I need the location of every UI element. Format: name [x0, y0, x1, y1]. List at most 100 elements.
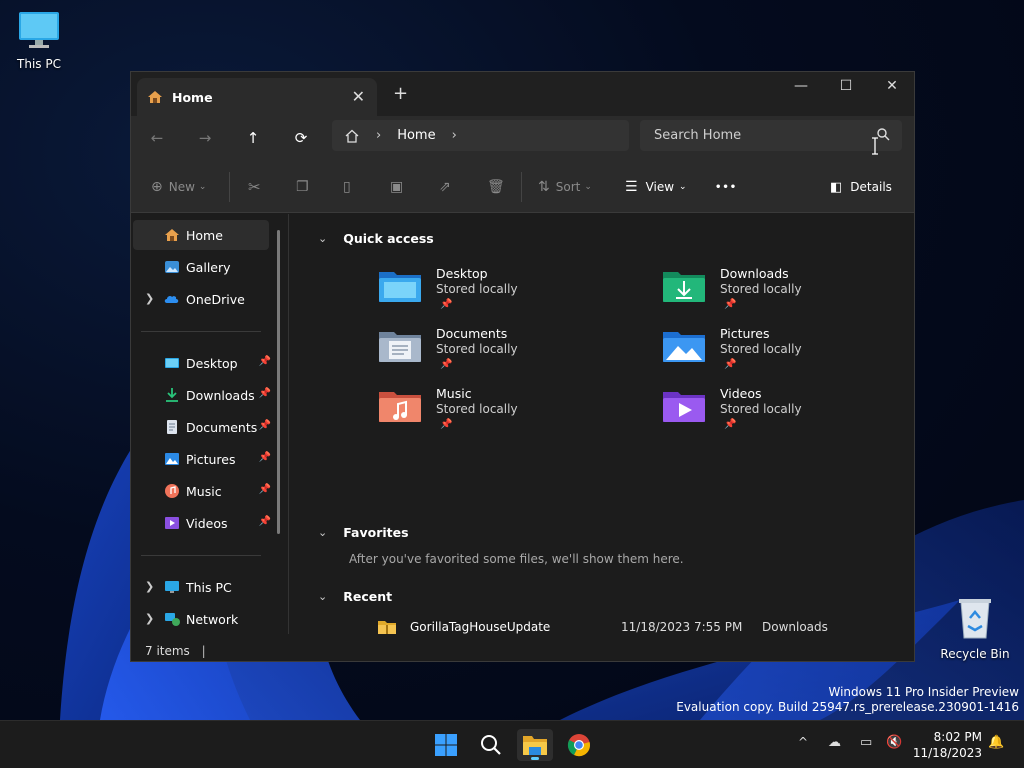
navigation-bar: ← → ↑ ⟳ › Home › Search Home — [131, 116, 914, 160]
music-icon — [165, 484, 179, 498]
favorites-empty-message: After you've favorited some files, we'll… — [349, 552, 684, 566]
quick-access-pictures[interactable]: Pictures Stored locally 📌 — [662, 326, 882, 382]
maximize-button[interactable]: ☐ — [823, 72, 869, 102]
quick-access-videos[interactable]: Videos Stored locally 📌 — [662, 386, 882, 442]
item-name: Downloads — [720, 266, 789, 281]
quick-access-downloads[interactable]: Downloads Stored locally 📌 — [662, 266, 882, 322]
section-title: Favorites — [343, 525, 409, 540]
active-indicator — [531, 757, 539, 760]
volume-muted-icon[interactable]: 🔇 — [886, 735, 902, 750]
downloads-folder-icon — [663, 272, 705, 302]
tab-home[interactable]: Home ✕ — [137, 78, 377, 116]
sidebar-item-pictures[interactable]: Pictures 📌 — [133, 444, 271, 474]
start-button[interactable] — [428, 729, 464, 761]
sidebar-scrollbar[interactable] — [277, 230, 280, 534]
back-arrow-icon[interactable]: ← — [145, 126, 169, 150]
sidebar-item-music[interactable]: Music 📌 — [133, 476, 271, 506]
video-icon — [165, 517, 179, 529]
new-tab-button[interactable]: + — [393, 83, 408, 104]
search-button[interactable] — [473, 729, 509, 761]
sort-label: Sort — [555, 180, 581, 194]
cloud-offline-icon[interactable]: ☁ — [828, 735, 841, 750]
breadcrumb-home[interactable]: Home — [397, 128, 435, 143]
recent-file-location: Downloads — [762, 620, 828, 634]
sidebar-item-this-pc[interactable]: ❯ This PC — [133, 572, 269, 602]
sidebar-item-desktop[interactable]: Desktop 📌 — [133, 348, 271, 378]
navigation-pane: Home Gallery ❯ OneDrive Desktop 📌 Downlo… — [131, 214, 289, 634]
delete-button[interactable]: 🗑 — [487, 177, 505, 197]
divider — [521, 172, 522, 202]
item-name: Documents — [436, 326, 508, 341]
content-pane: ⌄ Quick access Desktop Stored locally 📌 … — [290, 214, 914, 634]
more-options-button[interactable]: ••• — [715, 177, 737, 197]
chevron-right-icon[interactable]: ❯ — [145, 612, 154, 625]
clock-date: 11/18/2023 — [912, 746, 982, 760]
sidebar-item-home[interactable]: Home — [133, 220, 269, 250]
copy-button[interactable]: ❐ — [296, 177, 309, 197]
status-bar: 7 items | — [131, 639, 914, 661]
pin-icon: 📌 — [258, 516, 271, 527]
command-bar: ⊕ New ⌄ ✂ ❐ ▯ ▣ ⇗ 🗑 ⇅ Sort ⌄ ☰ View ⌄ ••… — [131, 160, 914, 213]
close-button[interactable]: ✕ — [869, 72, 914, 102]
rename-button[interactable]: ▣ — [390, 177, 403, 197]
sidebar-item-label: Gallery — [186, 259, 231, 275]
minimize-button[interactable]: — — [778, 72, 824, 102]
network-icon — [165, 613, 180, 626]
copy-icon: ❐ — [296, 179, 309, 195]
desktop-icon-recycle-bin[interactable]: Recycle Bin — [937, 596, 1013, 661]
new-button[interactable]: ⊕ New ⌄ — [151, 177, 206, 197]
pin-icon: 📌 — [724, 359, 737, 370]
divider: | — [201, 644, 206, 658]
paste-button[interactable]: ▯ — [343, 177, 351, 197]
view-label: View — [645, 180, 675, 194]
network-monitor-icon[interactable]: ▭ — [860, 735, 872, 750]
sidebar-item-documents[interactable]: Documents 📌 — [133, 412, 271, 442]
sidebar-item-label: Desktop — [186, 355, 238, 371]
quick-access-music[interactable]: Music Stored locally 📌 — [378, 386, 598, 442]
sort-button[interactable]: ⇅ Sort ⌄ — [538, 177, 592, 197]
section-header-quick-access[interactable]: ⌄ Quick access — [318, 231, 434, 246]
clipboard-icon: ▯ — [343, 179, 351, 195]
details-pane-icon: ◧ — [830, 179, 843, 195]
sidebar-item-onedrive[interactable]: ❯ OneDrive — [133, 284, 269, 314]
desktop-icon-this-pc[interactable]: This PC — [1, 10, 77, 71]
file-explorer-taskbar-button[interactable] — [517, 729, 553, 761]
sidebar-item-network[interactable]: ❯ Network — [133, 604, 269, 634]
forward-arrow-icon[interactable]: → — [193, 126, 217, 150]
chevron-right-icon[interactable]: ❯ — [145, 292, 154, 305]
sidebar-item-gallery[interactable]: Gallery — [133, 252, 269, 282]
chrome-taskbar-button[interactable] — [561, 729, 597, 761]
tab-close-icon[interactable]: ✕ — [352, 87, 365, 106]
section-header-recent[interactable]: ⌄ Recent — [318, 589, 392, 604]
divider — [141, 331, 261, 332]
pin-icon: 📌 — [258, 356, 271, 367]
chevron-right-icon[interactable]: ❯ — [145, 580, 154, 593]
notification-bell-icon[interactable]: 🔔 — [988, 735, 1004, 750]
address-bar[interactable]: › Home › — [332, 120, 629, 151]
show-hidden-icons-chevron[interactable]: ^ — [798, 735, 808, 749]
music-folder-icon — [379, 392, 421, 422]
quick-access-documents[interactable]: Documents Stored locally 📌 — [378, 326, 598, 382]
cut-button[interactable]: ✂ — [248, 177, 261, 197]
watermark-line: Windows 11 Pro Insider Preview — [828, 685, 1019, 699]
up-arrow-icon[interactable]: ↑ — [241, 126, 265, 150]
view-list-icon: ☰ — [625, 179, 638, 195]
sidebar-item-videos[interactable]: Videos 📌 — [133, 508, 271, 538]
clock[interactable]: 8:02 PM 11/18/2023 — [913, 729, 982, 761]
view-button[interactable]: ☰ View ⌄ — [625, 177, 687, 197]
quick-access-desktop[interactable]: Desktop Stored locally 📌 — [378, 266, 598, 322]
windows-logo-icon — [435, 734, 457, 756]
pin-icon: 📌 — [440, 419, 453, 430]
chevron-right-icon: › — [376, 128, 382, 143]
desktop-icon-label: This PC — [17, 57, 61, 71]
details-button[interactable]: ◧ Details — [830, 177, 892, 197]
folder-icon — [523, 736, 547, 755]
pin-icon: 📌 — [724, 299, 737, 310]
search-box[interactable]: Search Home — [640, 120, 902, 151]
section-header-favorites[interactable]: ⌄ Favorites — [318, 525, 409, 540]
chevron-right-icon[interactable]: › — [452, 128, 457, 143]
item-subtitle: Stored locally — [436, 402, 518, 416]
share-button[interactable]: ⇗ — [439, 177, 451, 197]
sidebar-item-downloads[interactable]: Downloads 📌 — [133, 380, 271, 410]
refresh-icon[interactable]: ⟳ — [289, 126, 313, 150]
